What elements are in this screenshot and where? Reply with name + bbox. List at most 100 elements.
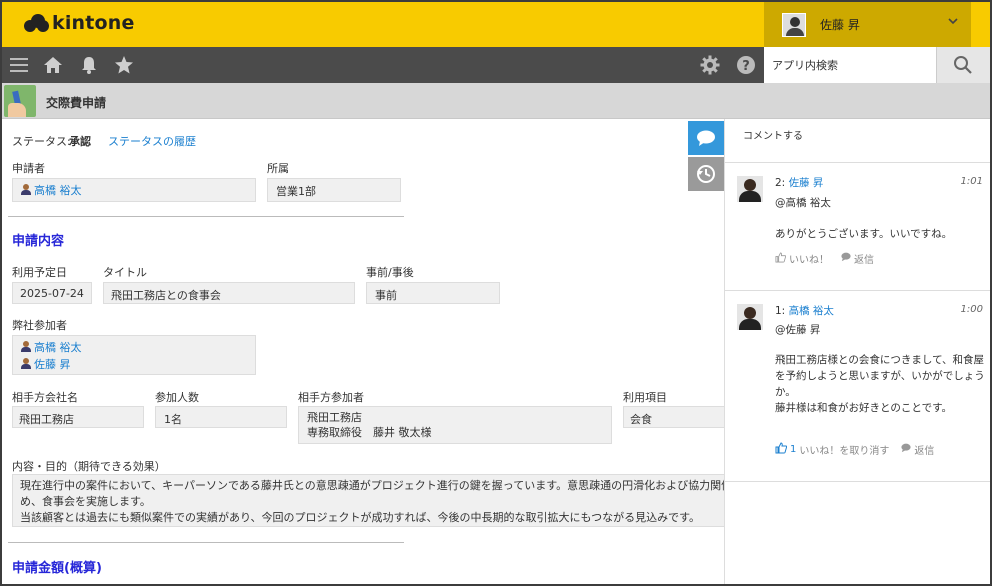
purpose-label: 内容・目的（期待できる効果） bbox=[12, 460, 166, 473]
search-button[interactable] bbox=[936, 47, 990, 83]
search-input[interactable] bbox=[764, 47, 936, 83]
title-label: タイトル bbox=[103, 266, 147, 279]
comment-item: 1: 高橋 裕太 1:00 @佐藤 昇 飛田工務店様との会食につきまして、和食屋… bbox=[725, 292, 990, 482]
comment-mention[interactable]: @高橋 裕太 bbox=[775, 195, 831, 211]
record-detail: ステータス: 承認 ステータスの履歴 申請者 高橋 裕太 所属 営業1部 申請内… bbox=[2, 119, 724, 584]
svg-text:?: ? bbox=[742, 59, 750, 74]
user-icon bbox=[21, 358, 31, 369]
title-field: 飛田工務店との食事会 bbox=[103, 282, 355, 304]
comment-item: 2: 佐藤 昇 1:01 @高橋 裕太 ありがとうございます。いいですね。 いい… bbox=[725, 164, 990, 291]
section-title-amount: 申請金額(概算) bbox=[12, 561, 102, 576]
avatar bbox=[737, 176, 763, 202]
search-box bbox=[764, 47, 990, 83]
history-tab[interactable] bbox=[688, 157, 724, 191]
user-icon bbox=[21, 341, 31, 352]
comment-line: を予約しようと思いますが、いかがでしょう bbox=[775, 370, 985, 382]
menu-icon[interactable] bbox=[9, 55, 29, 78]
comment-author[interactable]: 高橋 裕太 bbox=[789, 305, 834, 317]
search-icon bbox=[953, 55, 973, 78]
purpose-line: 現在進行中の案件において、キーパーソンである藤井氏との意思疎通がプロジェクト進行… bbox=[20, 479, 724, 492]
comment-body: 飛田工務店様との会食につきまして、和食屋 を予約しようと思いますが、いかがでしょ… bbox=[775, 352, 985, 416]
applicant-name[interactable]: 高橋 裕太 bbox=[34, 182, 82, 198]
post-comment-label[interactable]: コメントする bbox=[743, 127, 803, 142]
thumbs-up-icon[interactable] bbox=[775, 252, 787, 266]
global-header: kintone 佐藤 昇 bbox=[2, 2, 990, 47]
comment-body: ありがとうございます。いいですね。 bbox=[775, 226, 952, 242]
section-title-request: 申請内容 bbox=[12, 234, 65, 249]
date-field: 2025-07-24 bbox=[12, 282, 92, 304]
thumbs-up-icon[interactable] bbox=[775, 442, 788, 457]
item-field: 会食 bbox=[623, 406, 724, 428]
purpose-line: 当該顧客とは過去にも類似案件での実績があり、今回のプロジェクトが成功すれば、今後… bbox=[20, 511, 701, 524]
chevron-down-icon[interactable] bbox=[947, 15, 959, 30]
unlike-button[interactable]: いいね！を取り消す bbox=[799, 442, 889, 457]
comment-line: か。 bbox=[775, 386, 796, 398]
date-label: 利用予定日 bbox=[12, 266, 67, 279]
kintone-logo[interactable]: kintone bbox=[24, 12, 135, 34]
reply-button[interactable]: 返信 bbox=[854, 251, 874, 266]
user-icon bbox=[21, 184, 31, 195]
comment-author[interactable]: 佐藤 昇 bbox=[789, 177, 824, 189]
bell-icon[interactable] bbox=[79, 55, 99, 78]
home-icon[interactable] bbox=[43, 55, 63, 78]
comment-line: ありがとうございます。いいですね。 bbox=[775, 228, 953, 240]
count-label: 参加人数 bbox=[155, 391, 199, 404]
count-field: 1名 bbox=[155, 406, 287, 428]
comment-bubble-icon bbox=[696, 129, 716, 150]
app-icon[interactable] bbox=[4, 85, 36, 117]
comment-mention[interactable]: @佐藤 昇 bbox=[775, 322, 820, 338]
history-icon bbox=[696, 164, 716, 187]
divider bbox=[8, 216, 404, 217]
status-label: ステータス: bbox=[12, 135, 71, 148]
reply-bubble-icon bbox=[901, 443, 911, 456]
attendee-user[interactable]: 佐藤 昇 bbox=[21, 355, 247, 372]
applicant-label: 申請者 bbox=[12, 162, 45, 175]
reply-bubble-icon bbox=[841, 252, 851, 265]
attendees-label: 弊社参加者 bbox=[12, 319, 67, 332]
star-icon[interactable] bbox=[114, 55, 134, 78]
item-label: 利用項目 bbox=[623, 391, 667, 404]
comments-tab[interactable] bbox=[688, 121, 724, 155]
user-avatar bbox=[782, 12, 806, 37]
purpose-field: 現在進行中の案件において、キーパーソンである藤井氏との意思疎通がプロジェクト進行… bbox=[12, 474, 724, 527]
divider bbox=[8, 542, 404, 543]
partner-line: 飛田工務店 bbox=[307, 411, 362, 424]
comment-line: 藤井様は和食がお好きとのことです。 bbox=[775, 402, 953, 414]
timing-field: 事前 bbox=[366, 282, 500, 304]
like-button[interactable]: いいね！ bbox=[789, 251, 829, 266]
company-field: 飛田工務店 bbox=[12, 406, 144, 428]
comment-header: 2: 佐藤 昇 bbox=[775, 175, 823, 191]
status-value: 承認 bbox=[69, 135, 91, 148]
app-window: kintone 佐藤 昇 ? アプリ内検索 交際費申請 ステータス: 承認 ステ… bbox=[0, 0, 992, 586]
comments-panel: コメントする 2: 佐藤 昇 1:01 @高橋 裕太 ありがとうございます。いい… bbox=[724, 119, 990, 584]
partner-label: 相手方参加者 bbox=[298, 391, 364, 404]
timing-label: 事前/事後 bbox=[366, 266, 414, 279]
company-label: 相手方会社名 bbox=[12, 391, 78, 404]
comment-time: 1:00 bbox=[960, 304, 983, 315]
applicant-user[interactable]: 高橋 裕太 bbox=[21, 181, 247, 198]
gear-icon[interactable] bbox=[700, 55, 720, 78]
comment-number: 1: bbox=[775, 305, 786, 317]
status-history-link[interactable]: ステータスの履歴 bbox=[108, 133, 196, 149]
user-name: 佐藤 昇 bbox=[820, 18, 860, 32]
comment-number: 2: bbox=[775, 177, 786, 189]
reply-button[interactable]: 返信 bbox=[914, 442, 934, 457]
attendees-field: 高橋 裕太 佐藤 昇 bbox=[12, 335, 256, 375]
cloud-logo-icon bbox=[24, 14, 49, 32]
dept-field: 営業1部 bbox=[267, 178, 401, 202]
app-title[interactable]: 交際費申請 bbox=[46, 94, 106, 111]
attendee-user[interactable]: 高橋 裕太 bbox=[21, 338, 247, 355]
user-menu[interactable]: 佐藤 昇 bbox=[764, 2, 971, 47]
partner-line: 専務取締役 藤井 敬太様 bbox=[307, 426, 432, 439]
help-icon[interactable]: ? bbox=[736, 55, 756, 78]
partner-field: 飛田工務店 専務取締役 藤井 敬太様 bbox=[298, 406, 612, 444]
attendee-name[interactable]: 佐藤 昇 bbox=[34, 356, 71, 372]
purpose-line: め、食事会を実施します。 bbox=[20, 495, 151, 508]
comment-post-area[interactable]: コメントする bbox=[725, 119, 990, 163]
applicant-field: 高橋 裕太 bbox=[12, 178, 256, 202]
avatar bbox=[737, 304, 763, 330]
attendee-name[interactable]: 高橋 裕太 bbox=[34, 339, 82, 355]
app-title-bar: 交際費申請 bbox=[2, 83, 990, 119]
comment-actions: 1 いいね！を取り消す 返信 bbox=[775, 442, 934, 457]
logo-text: kintone bbox=[52, 12, 135, 34]
